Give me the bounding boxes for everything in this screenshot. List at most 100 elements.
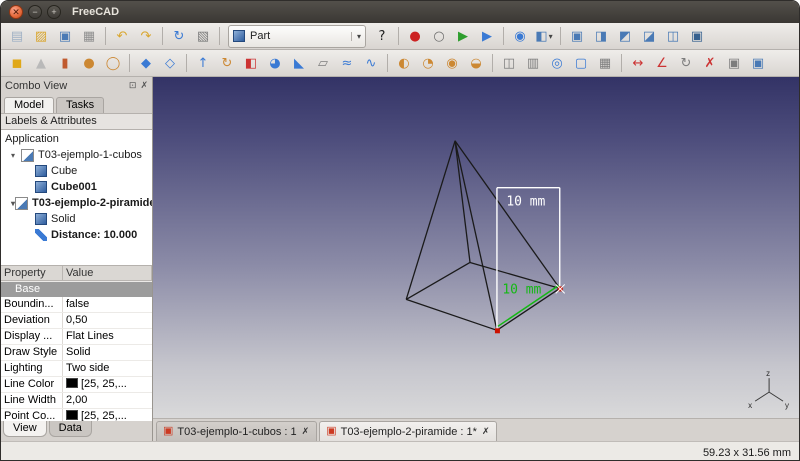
float-panel-icon[interactable] <box>129 80 137 91</box>
refresh-button[interactable]: ↻ <box>168 25 190 47</box>
part-cone-button[interactable]: ▲ <box>30 52 52 74</box>
new-document-button[interactable]: ▤ <box>6 25 28 47</box>
view-right-button[interactable]: ◩ <box>614 25 636 47</box>
toolbar-icon: ● <box>83 55 95 71</box>
part-torus-button[interactable]: ◯ <box>102 52 124 74</box>
section-button[interactable]: ◫ <box>498 52 520 74</box>
part-cylinder-button[interactable]: ▮ <box>54 52 76 74</box>
view-top-button[interactable]: ◨ <box>590 25 612 47</box>
close-icon[interactable] <box>481 426 491 437</box>
property-group-base[interactable]: Base <box>1 282 152 297</box>
3d-viewport[interactable]: 10 mm 10 mm z x y <box>153 77 799 419</box>
height-dimension-label[interactable]: 10 mm <box>506 195 545 210</box>
revolve-button[interactable]: ↻ <box>216 52 238 74</box>
property-row-point-color[interactable]: Point Co... [25, 25,... <box>1 409 152 421</box>
close-panel-icon[interactable] <box>140 80 148 91</box>
measure-angular-button[interactable]: ∠ <box>651 52 673 74</box>
boolean-cut-button[interactable]: ◔ <box>417 52 439 74</box>
tab-tasks[interactable]: Tasks <box>55 97 105 113</box>
chamfer-button[interactable]: ◣ <box>288 52 310 74</box>
measure-toggle-all-button[interactable]: ▣ <box>723 52 745 74</box>
measure-toggle-3d-button[interactable]: ▣ <box>747 52 769 74</box>
workbench-selector[interactable]: Part <box>228 24 366 48</box>
view-front-button[interactable]: ▣ <box>566 25 588 47</box>
property-row-deviation[interactable]: Deviation 0,50 <box>1 313 152 329</box>
property-value[interactable]: false <box>63 297 152 312</box>
property-value[interactable]: Solid <box>63 345 152 360</box>
offset-button[interactable]: ◎ <box>546 52 568 74</box>
close-button[interactable] <box>9 5 23 19</box>
view-left-button[interactable]: ▣ <box>686 25 708 47</box>
property-value[interactable]: Flat Lines <box>63 329 152 344</box>
property-value[interactable]: [25, 25,... <box>63 409 152 421</box>
macro-record-button[interactable]: ● <box>404 25 426 47</box>
tree-item-document-piramide[interactable]: T03-ejemplo-2-piramide <box>1 195 152 211</box>
macro-debug-button[interactable]: ▶ <box>476 25 498 47</box>
property-row-display-mode[interactable]: Display ... Flat Lines <box>1 329 152 345</box>
measure-refresh-button[interactable]: ↻ <box>675 52 697 74</box>
toolbar-icon: ▱ <box>318 55 328 71</box>
shape-builder-button[interactable]: ◇ <box>159 52 181 74</box>
boolean-union-button[interactable]: ◉ <box>441 52 463 74</box>
ruled-surface-button[interactable]: ▱ <box>312 52 334 74</box>
tree-item-solid[interactable]: Solid <box>1 211 152 227</box>
property-row-line-color[interactable]: Line Color [25, 25,... <box>1 377 152 393</box>
minimize-button[interactable] <box>28 5 42 19</box>
part-box-button[interactable]: ◼ <box>6 52 28 74</box>
tree-item-cube001[interactable]: Cube001 <box>1 179 152 195</box>
property-value[interactable]: Two side <box>63 361 152 376</box>
print-button[interactable]: ▦ <box>78 25 100 47</box>
sweep-button[interactable]: ∿ <box>360 52 382 74</box>
tab-data[interactable]: Data <box>48 421 92 437</box>
property-name: Line Width <box>1 393 63 408</box>
view-bottom-button[interactable]: ◫ <box>662 25 684 47</box>
property-value[interactable]: [25, 25,... <box>63 377 152 392</box>
extrude-button[interactable]: ↑ <box>192 52 214 74</box>
open-document-button[interactable]: ▨ <box>30 25 52 47</box>
part-primitives-button[interactable]: ◆ <box>135 52 157 74</box>
save-button[interactable]: ▣ <box>54 25 76 47</box>
property-row-boundingbox[interactable]: Boundin... false <box>1 297 152 313</box>
close-icon[interactable] <box>301 426 311 437</box>
doc-tab-cubos[interactable]: T03-ejemplo-1-cubos : 1 <box>156 421 318 441</box>
whats-this-button[interactable]: ? <box>371 25 393 47</box>
paste-button[interactable]: ▧ <box>192 25 214 47</box>
property-row-line-width[interactable]: Line Width 2,00 <box>1 393 152 409</box>
tree-item-application[interactable]: Application <box>1 131 152 147</box>
tree-item-distance[interactable]: Distance: 10.000 <box>1 227 152 243</box>
property-row-draw-style[interactable]: Draw Style Solid <box>1 345 152 361</box>
fillet-button[interactable]: ◕ <box>264 52 286 74</box>
value-column-header[interactable]: Value <box>63 266 152 281</box>
freecad-file-icon <box>163 426 173 437</box>
view-rear-button[interactable]: ◪ <box>638 25 660 47</box>
redo-button[interactable]: ↷ <box>135 25 157 47</box>
maximize-button[interactable] <box>47 5 61 19</box>
property-value[interactable]: 0,50 <box>63 313 152 328</box>
tree-item-document-cubos[interactable]: T03-ejemplo-1-cubos <box>1 147 152 163</box>
property-column-header[interactable]: Property <box>1 266 63 281</box>
tab-model[interactable]: Model <box>4 97 54 113</box>
compound-button[interactable]: ▦ <box>594 52 616 74</box>
macro-stop-button[interactable]: ○ <box>428 25 450 47</box>
mirror-button[interactable]: ◧ <box>240 52 262 74</box>
fit-all-button[interactable]: ◉ <box>509 25 531 47</box>
undo-button[interactable]: ↶ <box>111 25 133 47</box>
expand-arrow-icon[interactable] <box>11 151 21 160</box>
property-value[interactable]: 2,00 <box>63 393 152 408</box>
cross-sections-button[interactable]: ▥ <box>522 52 544 74</box>
loft-button[interactable]: ≈ <box>336 52 358 74</box>
doc-tab-piramide[interactable]: T03-ejemplo-2-piramide : 1* <box>319 421 498 441</box>
thickness-button[interactable]: ▢ <box>570 52 592 74</box>
property-row-lighting[interactable]: Lighting Two side <box>1 361 152 377</box>
tree-item-cube[interactable]: Cube <box>1 163 152 179</box>
boolean-button[interactable]: ◐ <box>393 52 415 74</box>
macro-play-button[interactable]: ▶ <box>452 25 474 47</box>
width-dimension-label[interactable]: 10 mm <box>502 282 541 297</box>
measure-linear-button[interactable]: ↔ <box>627 52 649 74</box>
tree-item-label: Application <box>5 133 59 145</box>
view-isometric-dropdown[interactable]: ◧ <box>533 25 555 47</box>
boolean-intersection-button[interactable]: ◒ <box>465 52 487 74</box>
part-sphere-button[interactable]: ● <box>78 52 100 74</box>
measure-clear-button[interactable]: ✗ <box>699 52 721 74</box>
tab-view[interactable]: View <box>3 421 47 437</box>
